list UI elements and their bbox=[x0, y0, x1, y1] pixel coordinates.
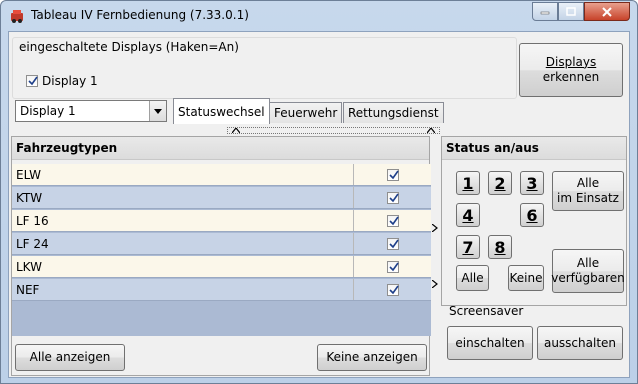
status-all-label: Alle bbox=[461, 270, 484, 285]
checkmark-icon bbox=[388, 216, 399, 225]
app-window: Tableau IV Fernbedienung (7.33.0.1) eing… bbox=[0, 0, 638, 384]
status-4-label: 4 bbox=[462, 205, 474, 225]
close-button[interactable] bbox=[584, 2, 630, 21]
detect-displays-button[interactable]: Displays erkennen bbox=[519, 43, 623, 97]
detect-button-line2: erkennen bbox=[542, 70, 600, 84]
vehicle-name: LF 16 bbox=[12, 210, 354, 231]
checkmark-icon bbox=[28, 76, 38, 86]
table-row[interactable]: KTW bbox=[12, 187, 431, 209]
table-row[interactable]: LKW bbox=[12, 256, 431, 278]
all-available-line1: Alle bbox=[576, 256, 600, 270]
display-1-label: Display 1 bbox=[42, 74, 98, 88]
all-available-button[interactable]: Alle verfügbaren bbox=[551, 249, 625, 293]
checkmark-icon bbox=[388, 193, 399, 202]
display-checkbox-row[interactable]: Display 1 bbox=[26, 74, 98, 88]
window-title: Tableau IV Fernbedienung (7.33.0.1) bbox=[31, 8, 249, 22]
table-row[interactable]: LF 24 bbox=[12, 233, 431, 255]
minimize-button[interactable] bbox=[532, 2, 558, 21]
vehicle-checkbox[interactable] bbox=[386, 237, 399, 250]
show-none-label: Keine anzeigen bbox=[326, 350, 418, 364]
vehicle-checkbox[interactable] bbox=[386, 214, 399, 227]
tab-feuerwehr[interactable]: Feuerwehr bbox=[269, 102, 343, 123]
displays-group-title: eingeschaltete Displays (Haken=An) bbox=[19, 40, 239, 54]
vehicle-checkbox[interactable] bbox=[386, 168, 399, 181]
minimize-icon bbox=[540, 11, 550, 14]
status-4-button[interactable]: 4 bbox=[456, 203, 480, 227]
display-select-value: Display 1 bbox=[20, 104, 76, 118]
show-all-button[interactable]: Alle anzeigen bbox=[15, 344, 125, 371]
screensaver-on-button[interactable]: einschalten bbox=[447, 326, 533, 360]
display-1-checkbox[interactable] bbox=[26, 75, 38, 87]
checkmark-icon bbox=[388, 262, 399, 271]
checkmark-icon bbox=[388, 170, 399, 179]
all-in-use-line1: Alle bbox=[576, 176, 600, 190]
screensaver-off-label: ausschalten bbox=[543, 335, 617, 350]
all-available-line2: verfügbaren bbox=[551, 271, 625, 285]
vehicle-name: LF 24 bbox=[12, 233, 354, 254]
table-row[interactable]: NEF bbox=[12, 279, 431, 301]
chevron-right-icon bbox=[432, 280, 438, 288]
vehicle-checkbox[interactable] bbox=[386, 283, 399, 296]
detect-button-line1: Displays bbox=[545, 55, 597, 69]
status-2-button[interactable]: 2 bbox=[488, 171, 512, 195]
vehicle-name: ELW bbox=[12, 164, 354, 185]
display-select[interactable]: Display 1 bbox=[15, 100, 167, 122]
chevron-down-icon bbox=[154, 108, 162, 114]
status-3-button[interactable]: 3 bbox=[520, 171, 544, 195]
status-1-button[interactable]: 1 bbox=[456, 171, 480, 195]
status-header: Status an/aus bbox=[442, 137, 626, 160]
vehicle-types-panel: Fahrzeugtypen ELW KTW LF 16 LF 24 LKW NE… bbox=[11, 136, 431, 376]
status-none-label: Keine bbox=[509, 270, 543, 285]
displays-group: eingeschaltete Displays (Haken=An) Displ… bbox=[12, 37, 517, 99]
status-7-button[interactable]: 7 bbox=[456, 235, 480, 259]
status-7-label: 7 bbox=[462, 237, 474, 257]
status-3-label: 3 bbox=[526, 173, 538, 193]
status-6-button[interactable]: 6 bbox=[520, 203, 544, 227]
chevron-right-icon bbox=[432, 224, 438, 232]
show-all-label: Alle anzeigen bbox=[29, 350, 111, 364]
table-row[interactable]: LF 16 bbox=[12, 210, 431, 232]
screensaver-group: Screensaver einschalten ausschalten bbox=[441, 304, 627, 376]
table-row[interactable]: ELW bbox=[12, 164, 431, 186]
app-icon bbox=[11, 10, 23, 23]
chevron-up-icon bbox=[427, 128, 435, 133]
all-in-use-button[interactable]: Alle im Einsatz bbox=[552, 171, 624, 211]
maximize-icon bbox=[566, 7, 576, 16]
status-8-label: 8 bbox=[494, 237, 506, 257]
status-1-label: 1 bbox=[462, 173, 474, 193]
status-8-button[interactable]: 8 bbox=[488, 235, 512, 259]
vehicle-types-header: Fahrzeugtypen bbox=[12, 137, 429, 160]
tab-rettungsdienst-label: Rettungsdienst bbox=[348, 106, 439, 120]
title-bar[interactable]: Tableau IV Fernbedienung (7.33.0.1) bbox=[1, 1, 637, 31]
display-select-dropdown[interactable] bbox=[149, 101, 166, 121]
vehicle-checkbox[interactable] bbox=[386, 260, 399, 273]
vehicle-name: KTW bbox=[12, 187, 354, 208]
vehicle-name: LKW bbox=[12, 256, 354, 277]
status-panel: Status an/aus 1 2 3 4 6 7 8 Alle Keine A… bbox=[441, 136, 627, 306]
tab-feuerwehr-label: Feuerwehr bbox=[274, 106, 338, 120]
tab-statuswechsel[interactable]: Statuswechsel bbox=[173, 98, 270, 124]
checkmark-icon bbox=[388, 239, 399, 248]
show-none-button[interactable]: Keine anzeigen bbox=[317, 344, 427, 371]
status-6-label: 6 bbox=[526, 205, 538, 225]
splitter-handle[interactable] bbox=[227, 127, 440, 134]
panel-splitter[interactable] bbox=[431, 224, 439, 294]
vehicle-types-grid: ELW KTW LF 16 LF 24 LKW NEF bbox=[12, 164, 431, 336]
vehicle-name: NEF bbox=[12, 279, 354, 300]
checkmark-icon bbox=[388, 285, 399, 294]
tab-rettungsdienst[interactable]: Rettungsdienst bbox=[343, 102, 444, 123]
screensaver-on-label: einschalten bbox=[455, 335, 525, 350]
vehicle-checkbox[interactable] bbox=[386, 191, 399, 204]
maximize-button[interactable] bbox=[558, 2, 584, 21]
chevron-up-icon bbox=[232, 128, 240, 133]
screensaver-off-button[interactable]: ausschalten bbox=[537, 326, 623, 360]
screensaver-label: Screensaver bbox=[449, 304, 524, 318]
close-icon bbox=[602, 6, 612, 17]
all-in-use-line2: im Einsatz bbox=[557, 191, 619, 205]
tab-statuswechsel-label: Statuswechsel bbox=[178, 104, 265, 119]
status-2-label: 2 bbox=[494, 173, 506, 193]
client-area: eingeschaltete Displays (Haken=An) Displ… bbox=[8, 31, 630, 378]
status-all-button[interactable]: Alle bbox=[456, 265, 489, 291]
status-none-button[interactable]: Keine bbox=[508, 265, 544, 291]
